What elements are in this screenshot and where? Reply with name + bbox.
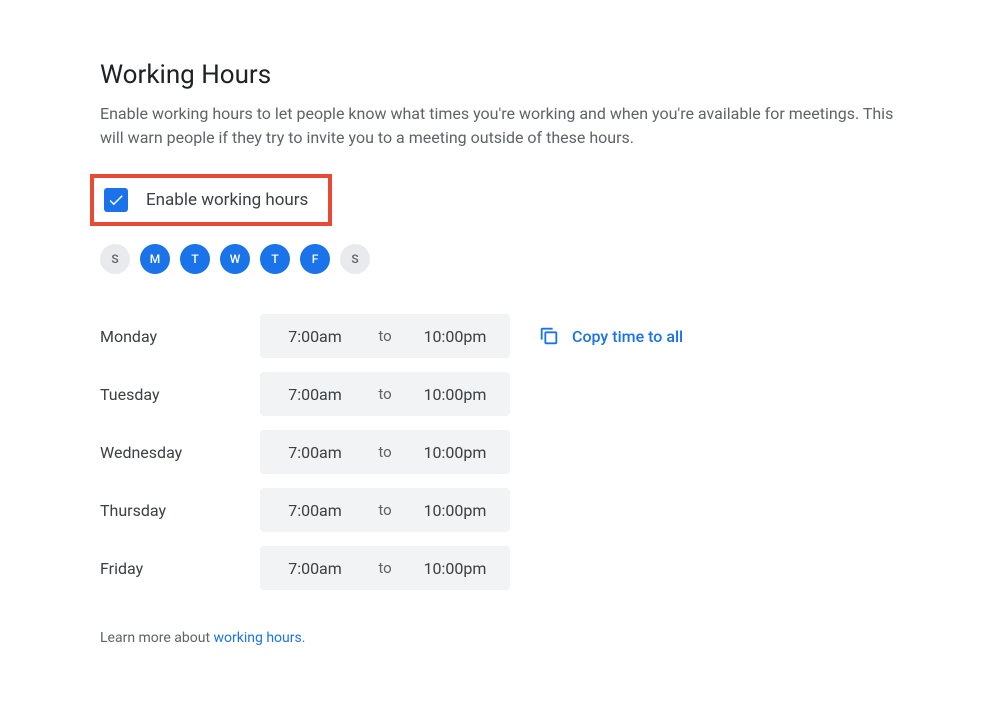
enable-checkbox-label: Enable working hours — [146, 190, 308, 210]
schedule-rows: Monday 7:00am to 10:00pm Tuesday 7:00am … — [100, 314, 510, 590]
day-label: Friday — [100, 559, 260, 578]
day-chip-sat[interactable]: S — [340, 244, 370, 274]
start-time[interactable]: 7:00am — [270, 327, 360, 346]
schedule-row: Tuesday 7:00am to 10:00pm — [100, 372, 510, 416]
page-title: Working Hours — [100, 60, 908, 90]
schedule-block: Monday 7:00am to 10:00pm Tuesday 7:00am … — [100, 314, 908, 590]
learn-more-prefix: Learn more about — [100, 630, 214, 646]
learn-more: Learn more about working hours. — [100, 630, 908, 646]
day-chip-fri[interactable]: F — [300, 244, 330, 274]
to-label: to — [360, 385, 410, 403]
to-label: to — [360, 559, 410, 577]
start-time[interactable]: 7:00am — [270, 385, 360, 404]
schedule-row: Wednesday 7:00am to 10:00pm — [100, 430, 510, 474]
start-time[interactable]: 7:00am — [270, 443, 360, 462]
day-chip-row: S M T W T F S — [100, 244, 908, 274]
day-chip-mon[interactable]: M — [140, 244, 170, 274]
end-time[interactable]: 10:00pm — [410, 501, 500, 520]
to-label: to — [360, 327, 410, 345]
day-label: Wednesday — [100, 443, 260, 462]
copy-time-to-all-label: Copy time to all — [572, 327, 683, 346]
to-label: to — [360, 501, 410, 519]
start-time[interactable]: 7:00am — [270, 501, 360, 520]
end-time[interactable]: 10:00pm — [410, 559, 500, 578]
time-block: 7:00am to 10:00pm — [260, 372, 510, 416]
schedule-row: Thursday 7:00am to 10:00pm — [100, 488, 510, 532]
check-icon — [107, 191, 125, 209]
schedule-row: Monday 7:00am to 10:00pm — [100, 314, 510, 358]
end-time[interactable]: 10:00pm — [410, 327, 500, 346]
enable-checkbox[interactable] — [104, 188, 128, 212]
day-label: Monday — [100, 327, 260, 346]
time-block: 7:00am to 10:00pm — [260, 546, 510, 590]
day-chip-wed[interactable]: W — [220, 244, 250, 274]
start-time[interactable]: 7:00am — [270, 559, 360, 578]
time-block: 7:00am to 10:00pm — [260, 314, 510, 358]
time-block: 7:00am to 10:00pm — [260, 430, 510, 474]
page-description: Enable working hours to let people know … — [100, 102, 900, 150]
day-chip-tue[interactable]: T — [180, 244, 210, 274]
end-time[interactable]: 10:00pm — [410, 443, 500, 462]
copy-icon — [538, 325, 560, 347]
time-block: 7:00am to 10:00pm — [260, 488, 510, 532]
end-time[interactable]: 10:00pm — [410, 385, 500, 404]
learn-more-link[interactable]: working hours — [214, 630, 302, 646]
enable-highlight-box: Enable working hours — [90, 174, 332, 226]
learn-more-suffix: . — [302, 630, 306, 646]
to-label: to — [360, 443, 410, 461]
day-label: Tuesday — [100, 385, 260, 404]
schedule-row: Friday 7:00am to 10:00pm — [100, 546, 510, 590]
copy-time-to-all-button[interactable]: Copy time to all — [538, 314, 683, 358]
day-chip-thu[interactable]: T — [260, 244, 290, 274]
day-chip-sun[interactable]: S — [100, 244, 130, 274]
day-label: Thursday — [100, 501, 260, 520]
